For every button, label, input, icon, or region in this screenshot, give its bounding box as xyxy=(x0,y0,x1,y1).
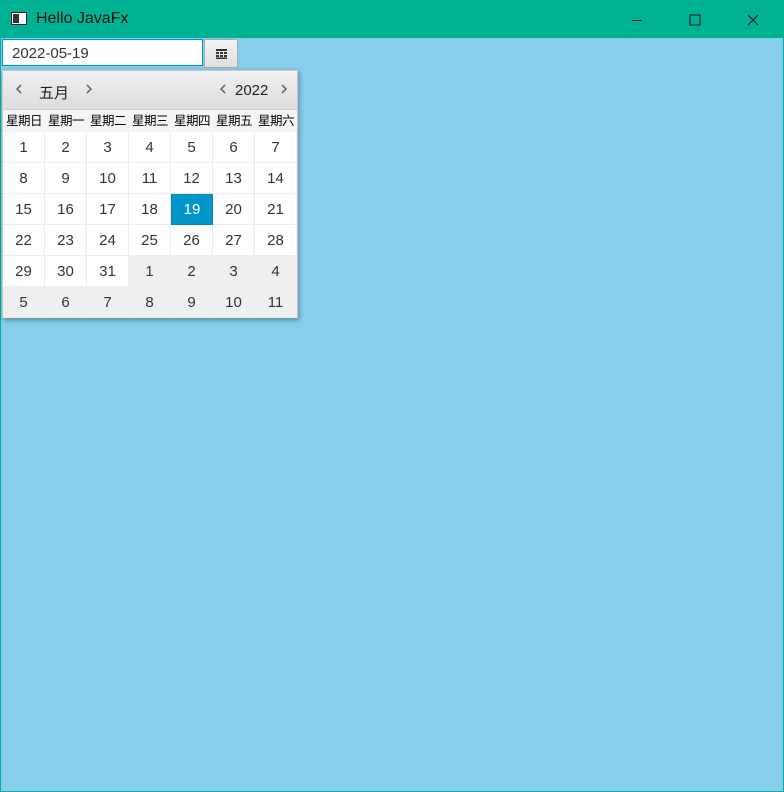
maximize-icon xyxy=(689,14,701,25)
next-month-day-cell[interactable]: 6 xyxy=(45,287,87,318)
next-month-day-cell[interactable]: 7 xyxy=(87,287,129,318)
day-cell[interactable]: 18 xyxy=(129,194,171,225)
day-cell[interactable]: 24 xyxy=(87,225,129,256)
weekday-label: 星期一 xyxy=(47,113,85,128)
day-cell[interactable]: 7 xyxy=(255,132,297,163)
day-cell[interactable]: 15 xyxy=(3,194,45,225)
day-cell[interactable]: 13 xyxy=(213,163,255,194)
weekday-label: 星期四 xyxy=(173,113,211,128)
next-month-day-cell[interactable]: 3 xyxy=(213,256,255,287)
window-title: Hello JavaFx xyxy=(36,10,129,27)
minimize-button[interactable] xyxy=(608,1,666,38)
next-month-day-cell[interactable]: 10 xyxy=(213,287,255,318)
day-cell[interactable]: 5 xyxy=(171,132,213,163)
day-cell[interactable]: 12 xyxy=(171,163,213,194)
day-cell[interactable]: 10 xyxy=(87,163,129,194)
day-cell[interactable]: 6 xyxy=(213,132,255,163)
day-grid: 1 2 3 4 5 6 7 8 9 10 11 12 13 14 15 16 1… xyxy=(3,132,297,318)
title-bar[interactable]: Hello JavaFx xyxy=(1,1,783,38)
day-cell[interactable]: 16 xyxy=(45,194,87,225)
day-cell[interactable]: 3 xyxy=(87,132,129,163)
day-cell[interactable]: 20 xyxy=(213,194,255,225)
prev-year-icon[interactable] xyxy=(218,83,228,95)
close-icon xyxy=(747,14,759,25)
calendar-toggle-button[interactable] xyxy=(204,39,238,68)
day-cell[interactable]: 2 xyxy=(45,132,87,163)
next-month-day-cell[interactable]: 4 xyxy=(255,256,297,287)
day-cell[interactable]: 27 xyxy=(213,225,255,256)
app-window-icon xyxy=(11,12,27,25)
next-month-icon[interactable] xyxy=(84,83,94,95)
minimize-icon xyxy=(632,19,642,21)
week-row: 1 2 3 4 5 6 7 xyxy=(3,132,297,163)
day-cell[interactable]: 22 xyxy=(3,225,45,256)
month-label: 五月 xyxy=(39,85,70,102)
next-month-day-cell[interactable]: 5 xyxy=(3,287,45,318)
calendar-grid-icon xyxy=(215,48,227,59)
day-cell[interactable]: 17 xyxy=(87,194,129,225)
week-row: 8 9 10 11 12 13 14 xyxy=(3,163,297,194)
next-month-day-cell[interactable]: 9 xyxy=(171,287,213,318)
next-month-day-cell[interactable]: 2 xyxy=(171,256,213,287)
weekday-label: 星期日 xyxy=(5,113,43,128)
date-input[interactable]: 2022-05-19 xyxy=(2,39,203,66)
day-cell[interactable]: 26 xyxy=(171,225,213,256)
prev-month-icon[interactable] xyxy=(14,83,24,95)
year-label: 2022 xyxy=(235,82,269,99)
day-cell[interactable]: 29 xyxy=(3,256,45,287)
day-cell[interactable]: 25 xyxy=(129,225,171,256)
month-year-header: 五月 2022 xyxy=(3,71,297,110)
week-row: 15 16 17 18 19 20 21 xyxy=(3,194,297,225)
week-row: 5 6 7 8 9 10 11 xyxy=(3,287,297,318)
next-year-icon[interactable] xyxy=(279,83,289,95)
weekday-label: 星期六 xyxy=(257,113,295,128)
next-month-day-cell[interactable]: 1 xyxy=(129,256,171,287)
weekday-header-row: 星期日 星期一 星期二 星期三 星期四 星期五 星期六 xyxy=(3,110,297,132)
next-month-day-cell[interactable]: 8 xyxy=(129,287,171,318)
maximize-button[interactable] xyxy=(666,1,724,38)
weekday-label: 星期二 xyxy=(89,113,127,128)
day-cell[interactable]: 11 xyxy=(129,163,171,194)
day-cell[interactable]: 31 xyxy=(87,256,129,287)
selected-day-cell[interactable]: 19 xyxy=(171,194,213,225)
calendar-popup: 五月 2022 星期日 星期一 星期二 星期三 星期四 星期五 星期六 1 2 … xyxy=(2,70,298,318)
day-cell[interactable]: 4 xyxy=(129,132,171,163)
day-cell[interactable]: 1 xyxy=(3,132,45,163)
weekday-label: 星期三 xyxy=(131,113,169,128)
week-row: 22 23 24 25 26 27 28 xyxy=(3,225,297,256)
day-cell[interactable]: 9 xyxy=(45,163,87,194)
week-row: 29 30 31 1 2 3 4 xyxy=(3,256,297,287)
day-cell[interactable]: 28 xyxy=(255,225,297,256)
next-month-day-cell[interactable]: 11 xyxy=(255,287,297,318)
day-cell[interactable]: 30 xyxy=(45,256,87,287)
day-cell[interactable]: 8 xyxy=(3,163,45,194)
day-cell[interactable]: 14 xyxy=(255,163,297,194)
weekday-label: 星期五 xyxy=(215,113,253,128)
date-input-value: 2022-05-19 xyxy=(12,45,89,62)
day-cell[interactable]: 23 xyxy=(45,225,87,256)
close-button[interactable] xyxy=(724,1,782,38)
day-cell[interactable]: 21 xyxy=(255,194,297,225)
app-window: Hello JavaFx 2022-05-19 五月 2022 星期日 星期一 … xyxy=(0,0,784,792)
